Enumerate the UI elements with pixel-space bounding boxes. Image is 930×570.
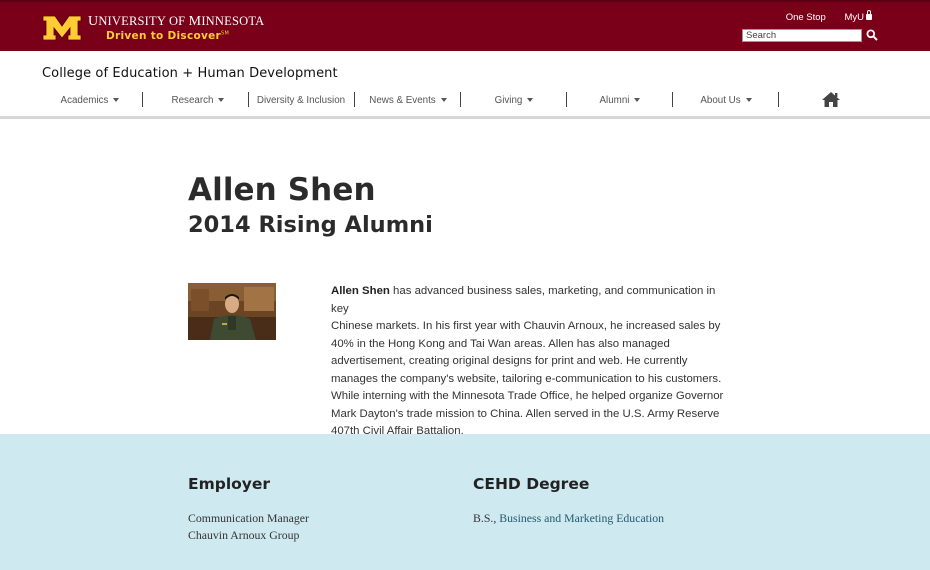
caret-down-icon (113, 98, 120, 103)
nav-item-academics[interactable]: Academics (40, 90, 140, 112)
university-name-initial-m: M (188, 14, 202, 29)
caret-down-icon (440, 98, 447, 103)
caret-down-icon (527, 98, 534, 103)
bio-line: Mark Dayton's trade mission to China. Al… (331, 407, 720, 420)
nav-item-alumni[interactable]: Alumni (570, 90, 670, 112)
block-m-icon (42, 15, 82, 41)
nav-divider (142, 92, 143, 107)
alumni-photo (188, 283, 276, 340)
nav-divider (248, 92, 249, 107)
nav-label: Diversity & Inclusion (256, 95, 346, 106)
nav-item-diversity-inclusion[interactable]: Diversity & Inclusion (251, 90, 351, 112)
bio-line: While interning with the Minnesota Trade… (331, 390, 724, 402)
employer-title: Communication Manager (188, 511, 309, 525)
bio-name: Allen Shen (331, 285, 390, 297)
tagline-text: Driven to Discover (106, 30, 222, 42)
university-name-end: INNESOTA (201, 14, 265, 28)
nav-item-research[interactable]: Research (148, 90, 248, 112)
nav-label: News & Events (369, 95, 436, 106)
nav-label: Alumni (599, 95, 630, 106)
caret-down-icon (218, 98, 225, 103)
search-icon[interactable] (866, 29, 878, 41)
myu-link-label: MyU (844, 12, 864, 23)
nav-divider (566, 92, 567, 107)
nav-divider (460, 92, 461, 107)
nav-divider (672, 92, 673, 107)
university-name-part: NIVERSITY OF (98, 14, 189, 28)
nav-label: About Us (700, 95, 741, 106)
bio-line: advertisement, creating original designs… (331, 355, 688, 367)
bio-line: 40% in the Hong Kong and Tai Wan areas. … (331, 337, 670, 350)
nav-divider (354, 92, 355, 107)
nav-label: Giving (494, 95, 523, 106)
alumni-bio: Allen Shen has advanced business sales, … (331, 283, 735, 441)
university-name-initial: U (88, 14, 99, 29)
nav-divider (778, 92, 779, 107)
award-subtitle: 2014 Rising Alumni (188, 212, 433, 238)
degree-prefix: B.S., (473, 511, 500, 525)
search-input[interactable] (742, 29, 862, 42)
employer-heading: Employer (188, 475, 271, 493)
one-stop-link[interactable]: One Stop (786, 12, 826, 23)
employer-company: Chauvin Arnoux Group (188, 528, 300, 542)
university-name: UNIVERSITY OF MINNESOTA (88, 14, 264, 30)
caret-down-icon (634, 98, 641, 103)
caret-down-icon (745, 98, 752, 103)
lock-icon (866, 10, 872, 20)
main-navigation: Academics Research Diversity & Inclusion… (38, 90, 798, 112)
home-icon[interactable] (821, 91, 841, 108)
bio-line: Chinese markets. In his first year with … (331, 320, 721, 332)
degree-program-link[interactable]: Business and Marketing Education (499, 511, 664, 525)
nav-item-news-events[interactable]: News & Events (358, 90, 458, 112)
service-mark: SM (221, 30, 230, 37)
university-header-bar: UNIVERSITY OF MINNESOTA Driven to Discov… (0, 0, 930, 51)
nav-divider-rule (0, 116, 930, 119)
college-title[interactable]: College of Education + Human Development (42, 66, 338, 81)
alumni-photo-image (188, 283, 276, 340)
top-utility-links: One Stop MyU (778, 10, 872, 23)
degree-line: B.S., Business and Marketing Education (473, 511, 664, 526)
nav-label: Research (171, 95, 214, 106)
university-tagline: Driven to DiscoverSM (106, 30, 229, 42)
myu-link[interactable]: MyU (836, 10, 872, 23)
nav-label: Academics (60, 95, 109, 106)
degree-heading: CEHD Degree (473, 475, 590, 493)
nav-item-giving[interactable]: Giving (464, 90, 564, 112)
nav-item-about-us[interactable]: About Us (676, 90, 776, 112)
page-title: Allen Shen (188, 172, 376, 208)
details-band (0, 434, 930, 570)
bio-line: manages the company's website, tailoring… (331, 372, 722, 385)
